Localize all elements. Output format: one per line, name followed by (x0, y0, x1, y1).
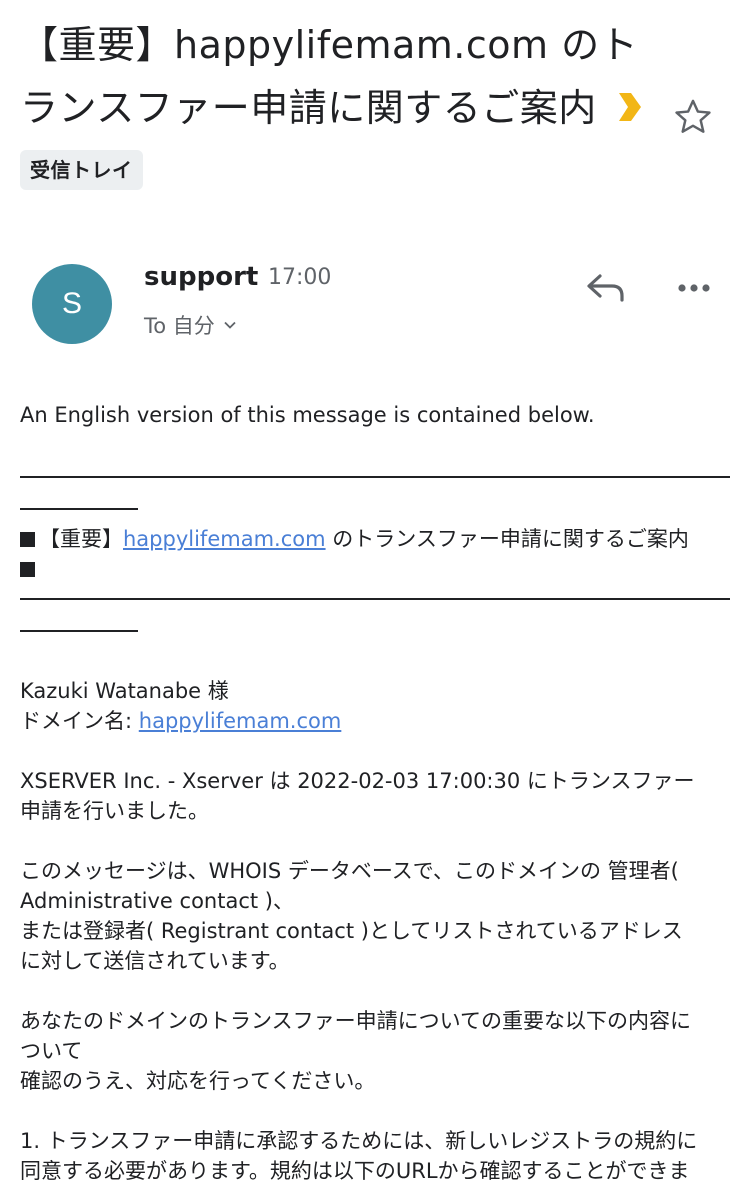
more-icon[interactable] (672, 270, 716, 306)
greeting: Kazuki Watanabe 様 (20, 679, 229, 703)
reply-icon[interactable] (584, 268, 628, 308)
chevron-down-icon (224, 321, 236, 329)
paragraph-line: 確認のうえ、対応を行ってください。 (20, 1069, 376, 1093)
email-subject: 【重要】happylifemam.com のトランスファー申請に関するご案内受信… (20, 14, 660, 203)
notice-title: 【重要】happylifemam.com のトランスファー申請に関するご案内 (20, 524, 732, 554)
domain-label: ドメイン名: (20, 709, 139, 733)
recipient-label: To 自分 (144, 314, 215, 338)
square-bullet-icon (20, 562, 35, 577)
paragraph-line: XSERVER Inc. - Xserver は 2022-02-03 17:0… (20, 769, 695, 793)
title-prefix: 【重要】 (39, 527, 123, 551)
important-marker-icon[interactable] (618, 92, 641, 121)
inbox-label-chip[interactable]: 受信トレイ (20, 149, 143, 190)
sender-name[interactable]: support (144, 262, 258, 292)
paragraph-line: Administrative contact )、 (20, 889, 294, 913)
paragraph-line: このメッセージは、WHOIS データベースで、このドメインの 管理者( (20, 859, 679, 883)
domain-link[interactable]: happylifemam.com (139, 709, 342, 733)
domain-link[interactable]: happylifemam.com (123, 527, 326, 551)
sender-avatar[interactable]: S (32, 264, 112, 344)
english-notice: An English version of this message is co… (20, 403, 595, 427)
subject-text: 【重要】happylifemam.com のトランスファー申請に関するご案内 (20, 23, 639, 130)
paragraph-line: に対して送信されています。 (20, 949, 290, 973)
paragraph-line: 1. トランスファー申請に承認するためには、新しいレジストラの規約に (20, 1129, 698, 1153)
square-bullet-icon (20, 532, 35, 547)
domain-line: ドメイン名: happylifemam.com (20, 706, 732, 736)
paragraph-line: または登録者( Registrant contact )としてリストされているア… (20, 919, 683, 943)
message-body: An English version of this message is co… (20, 400, 732, 1186)
paragraph-line: 申請を行いました。 (20, 799, 209, 823)
recipient-toggle[interactable]: To 自分 (144, 310, 237, 340)
paragraph-line: ついて (20, 1039, 83, 1063)
sent-time: 17:00 (268, 265, 332, 290)
paragraph-line: あなたのドメインのトランスファー申請についての重要な以下の内容に (20, 1009, 691, 1033)
title-suffix: のトランスファー申請に関するご案内 (325, 527, 689, 551)
star-icon[interactable] (672, 96, 714, 138)
